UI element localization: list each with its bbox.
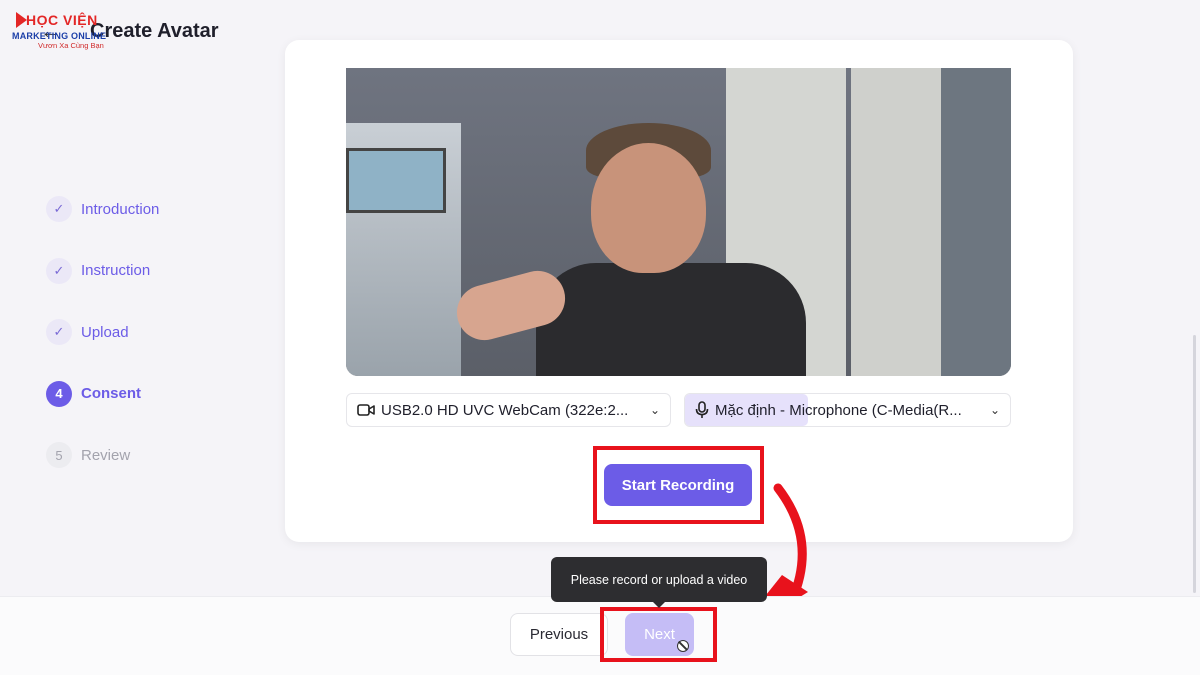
stepper: ✓ Introduction ✓ Instruction ✓ Upload 4 … — [46, 196, 159, 504]
step-introduction[interactable]: ✓ Introduction — [46, 196, 159, 222]
preview-background — [851, 68, 941, 376]
annotation-highlight-box — [600, 607, 717, 662]
camera-select[interactable]: USB2.0 HD UVC WebCam (322e:2... ⌄ — [346, 393, 671, 427]
chevron-down-icon: ⌄ — [649, 403, 660, 417]
step-label: Upload — [81, 323, 129, 341]
microphone-select[interactable]: Mặc định - Microphone (C-Media(R... ⌄ — [684, 393, 1011, 427]
preview-person — [591, 143, 706, 273]
step-upload[interactable]: ✓ Upload — [46, 319, 159, 345]
step-review: 5 Review — [46, 442, 159, 468]
step-label: Introduction — [81, 200, 160, 218]
microphone-select-value: Mặc định - Microphone (C-Media(R... — [715, 401, 962, 419]
step-label: Instruction — [81, 262, 151, 279]
chevron-down-icon: ⌄ — [989, 403, 1000, 417]
logo-text-mid: MARKETING ONLINE — [12, 31, 107, 41]
next-disabled-tooltip: Please record or upload a video — [551, 557, 767, 608]
step-label: Review — [81, 446, 131, 464]
scrollbar[interactable] — [1193, 335, 1196, 593]
preview-background — [941, 68, 1011, 376]
check-icon: ✓ — [46, 319, 72, 345]
step-number: 4 — [46, 380, 72, 407]
microphone-icon — [695, 401, 709, 419]
check-icon: ✓ — [46, 196, 72, 222]
camera-select-value: USB2.0 HD UVC WebCam (322e:2... — [381, 401, 629, 419]
preview-person — [536, 263, 806, 376]
step-instruction[interactable]: ✓ Instruction — [46, 257, 159, 284]
step-label: Consent — [81, 385, 141, 402]
preview-background — [346, 148, 446, 213]
step-consent[interactable]: 4 Consent — [46, 380, 159, 407]
step-number: 5 — [46, 442, 72, 468]
watermark-logo: HỌC VIỆN MARKETING ONLINE Vươn Xa Cùng B… — [10, 10, 110, 52]
previous-button[interactable]: Previous — [510, 613, 608, 656]
logo-text-sub: Vươn Xa Cùng Bạn — [38, 41, 104, 50]
video-camera-icon — [357, 403, 375, 417]
check-icon: ✓ — [46, 257, 72, 284]
logo-text-top: HỌC VIỆN — [26, 12, 98, 28]
webcam-preview — [346, 68, 1011, 376]
